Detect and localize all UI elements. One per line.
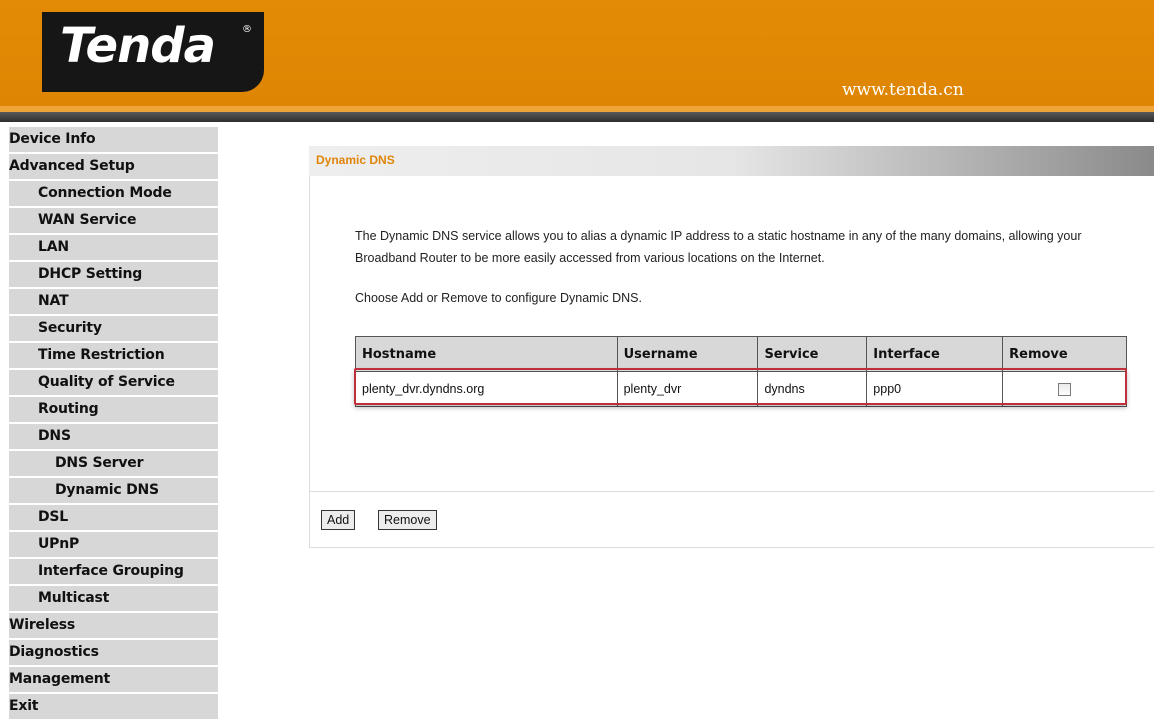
tenda-logo: Tenda ®	[42, 12, 264, 92]
button-area-top-divider	[310, 491, 1154, 492]
sidebar-nav: Device Info Advanced Setup Connection Mo…	[9, 127, 218, 721]
ddns-description: The Dynamic DNS service allows you to al…	[355, 229, 1082, 265]
sidebar-item-exit[interactable]: Exit	[9, 694, 218, 719]
sidebar-item-diagnostics[interactable]: Diagnostics	[9, 640, 218, 665]
column-header-interface: Interface	[866, 336, 1004, 372]
section-header: Dynamic DNS	[309, 146, 1154, 176]
sidebar-item-wireless[interactable]: Wireless	[9, 613, 218, 638]
sidebar-item-wan-service[interactable]: WAN Service	[9, 208, 218, 233]
sidebar-item-routing[interactable]: Routing	[9, 397, 218, 422]
table-header-row: Hostname Username Service Interface Remo…	[355, 336, 1127, 372]
column-header-service: Service	[757, 336, 868, 372]
sidebar-item-lan[interactable]: LAN	[9, 235, 218, 260]
ddns-instruction: Choose Add or Remove to configure Dynami…	[355, 291, 642, 305]
cell-service: dyndns	[757, 371, 868, 407]
column-header-remove: Remove	[1002, 336, 1127, 372]
header-banner: Tenda ® www.tenda.cn	[0, 0, 1154, 112]
sidebar-item-dns[interactable]: DNS	[9, 424, 218, 449]
remove-checkbox[interactable]	[1058, 383, 1072, 397]
sidebar-item-quality-of-service[interactable]: Quality of Service	[9, 370, 218, 395]
sidebar-item-nat[interactable]: NAT	[9, 289, 218, 314]
sidebar-item-security[interactable]: Security	[9, 316, 218, 341]
header-divider	[0, 112, 1154, 122]
sidebar-item-dsl[interactable]: DSL	[9, 505, 218, 530]
cell-remove	[1002, 371, 1127, 407]
logo-text: Tenda	[60, 18, 216, 74]
sidebar-item-management[interactable]: Management	[9, 667, 218, 692]
logo-registered-mark: ®	[242, 24, 252, 35]
cell-interface: ppp0	[866, 371, 1004, 407]
sidebar-item-advanced-setup[interactable]: Advanced Setup	[9, 154, 218, 179]
ddns-table: Hostname Username Service Interface Remo…	[355, 336, 1127, 407]
cell-hostname: plenty_dvr.dyndns.org	[355, 371, 618, 407]
sidebar-item-upnp[interactable]: UPnP	[9, 532, 218, 557]
cell-username: plenty_dvr	[616, 371, 759, 407]
page-title: Dynamic DNS	[316, 153, 395, 167]
sidebar-item-multicast[interactable]: Multicast	[9, 586, 218, 611]
site-url: www.tenda.cn	[842, 80, 964, 100]
button-area-bottom-divider	[310, 547, 1154, 548]
remove-button[interactable]: Remove	[378, 510, 437, 530]
sidebar-item-dns-server[interactable]: DNS Server	[9, 451, 218, 476]
sidebar-item-device-info[interactable]: Device Info	[9, 127, 218, 152]
column-header-hostname: Hostname	[355, 336, 618, 372]
sidebar-item-dhcp-setting[interactable]: DHCP Setting	[9, 262, 218, 287]
add-button[interactable]: Add	[321, 510, 356, 530]
table-row: plenty_dvr.dyndns.org plenty_dvr dyndns …	[355, 371, 1127, 407]
sidebar-item-dynamic-dns[interactable]: Dynamic DNS	[9, 478, 218, 503]
sidebar-item-connection-mode[interactable]: Connection Mode	[9, 181, 218, 206]
column-header-username: Username	[616, 336, 759, 372]
sidebar-item-interface-grouping[interactable]: Interface Grouping	[9, 559, 218, 584]
sidebar-item-time-restriction[interactable]: Time Restriction	[9, 343, 218, 368]
